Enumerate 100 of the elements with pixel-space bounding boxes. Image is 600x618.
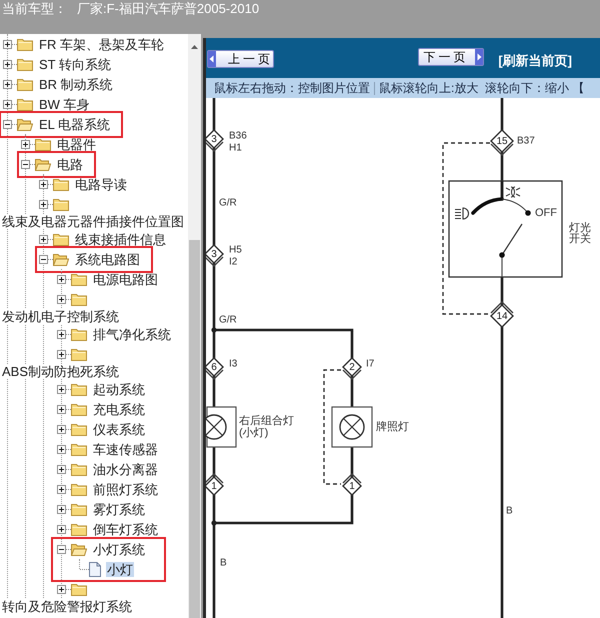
tree-item-label[interactable]: 排气净化系统	[92, 326, 172, 342]
tree-item-label[interactable]: 倒车灯系统	[92, 522, 159, 536]
component-label: 右后组合灯	[239, 415, 294, 427]
tree-item-label[interactable]: 车速传感器	[92, 442, 159, 456]
tree-item-label[interactable]: 线束接插件信息	[74, 232, 167, 246]
scroll-up-arrow-icon[interactable]	[191, 45, 198, 49]
tree-item-label[interactable]: 系统电路图	[74, 252, 141, 266]
tree-item-label[interactable]: ST 转向系统	[38, 56, 112, 72]
plus-box-icon[interactable]	[39, 200, 48, 208]
tree-item-label[interactable]: BW 车身	[38, 96, 91, 112]
minus-box-icon[interactable]	[21, 160, 30, 168]
plus-box-icon[interactable]	[57, 524, 66, 534]
open-folder-icon	[35, 158, 51, 170]
plus-box-icon[interactable]	[57, 584, 66, 594]
folder-icon	[17, 58, 33, 70]
connector-code: B36	[229, 130, 247, 142]
vehicle-label: 当前车型：	[2, 1, 67, 16]
plus-box-icon[interactable]	[57, 274, 66, 284]
wire-color-label: B	[220, 558, 227, 568]
tree-item-label[interactable]: 充电系统	[92, 402, 146, 416]
folder-icon	[53, 232, 69, 246]
tree-item-label[interactable]: 前照灯系统	[92, 482, 159, 496]
plus-box-icon[interactable]	[3, 40, 12, 48]
hint-text: 鼠标滚轮向上:放大 滚轮向下：缩小 【	[379, 82, 584, 94]
connector-symbol: 1	[206, 473, 224, 496]
tree-caption: 发动机电子控制系统	[2, 310, 119, 323]
connector-code: H1	[229, 142, 242, 154]
plus-box-icon[interactable]	[3, 60, 12, 68]
tree-item-label[interactable]: 雾灯系统	[92, 502, 146, 516]
minus-box-icon[interactable]	[3, 120, 12, 128]
lamp-symbol	[331, 406, 373, 448]
folder-icon	[17, 38, 33, 50]
refresh-link[interactable]: [刷新当前页]	[498, 53, 572, 68]
folder-icon	[71, 382, 87, 396]
connector-symbol: 14	[490, 301, 514, 328]
tree-caption: ABS制动防抱死系统	[2, 365, 120, 378]
open-folder-icon	[53, 252, 69, 266]
wire-color-label: G/R	[219, 198, 237, 208]
tree-item-label[interactable]: 小灯	[106, 562, 134, 576]
plus-box-icon[interactable]	[39, 180, 48, 188]
folder-icon	[71, 522, 87, 536]
plus-box-icon[interactable]	[3, 80, 12, 88]
tree-item-label[interactable]: 电源电路图	[92, 272, 159, 286]
wire-color-label: G/R	[219, 314, 237, 326]
folder-icon	[71, 442, 87, 456]
tree-item-label[interactable]: 起动系统	[92, 382, 146, 396]
open-folder-icon	[71, 542, 87, 556]
plus-box-icon[interactable]	[57, 424, 66, 434]
vehicle-name: 厂家:F-福田汽车萨普2005-2010	[77, 1, 260, 16]
component-label: 灯光	[569, 222, 591, 234]
folder-icon	[71, 422, 87, 436]
connector-symbol: 3	[206, 129, 224, 152]
folder-icon	[17, 98, 33, 110]
connector-symbol: 1	[342, 473, 362, 496]
folder-icon	[35, 138, 51, 150]
tree-item-label[interactable]: 仪表系统	[92, 422, 146, 436]
plus-box-icon[interactable]	[21, 140, 30, 148]
tree-item-label[interactable]: BR 制动系统	[38, 76, 114, 92]
next-page-button[interactable]: 下一页	[418, 48, 484, 66]
connector-code: I3	[229, 358, 238, 370]
plus-box-icon[interactable]	[57, 330, 66, 338]
hint-text: 鼠标左右拖动：控制图片位置	[214, 82, 370, 94]
tree-item-label[interactable]: 油水分离器	[92, 462, 159, 476]
minus-box-icon[interactable]	[39, 254, 48, 264]
connector-symbol: 6	[206, 357, 224, 380]
plus-box-icon[interactable]	[57, 464, 66, 474]
tree-item-label[interactable]: 小灯系统	[92, 542, 146, 556]
tree-caption: 线束及电器元器件插接件位置图	[2, 215, 184, 228]
scrollbar[interactable]	[188, 34, 201, 618]
folder-icon	[71, 272, 87, 286]
folder-icon	[71, 482, 87, 496]
plus-box-icon[interactable]	[57, 404, 66, 414]
plus-box-icon[interactable]	[57, 294, 66, 304]
scrollbar-thumb[interactable]	[189, 240, 200, 618]
plus-box-icon[interactable]	[57, 484, 66, 494]
folder-icon	[71, 502, 87, 516]
previous-page-button[interactable]: 上一页	[207, 50, 274, 68]
tree-item-label[interactable]: 电路	[56, 156, 84, 172]
tree-item-label[interactable]: EL 电器系统	[38, 116, 112, 132]
plus-box-icon[interactable]	[57, 384, 66, 394]
component-label: (小灯)	[239, 427, 268, 439]
plus-box-icon[interactable]	[3, 100, 12, 108]
tree-caption: 转向及危险警报灯系统	[2, 600, 132, 613]
junction-dot-icon	[211, 327, 217, 333]
folder-icon	[17, 78, 33, 90]
plus-box-icon[interactable]	[39, 234, 48, 244]
tree-item-label[interactable]: 电路导读	[74, 176, 128, 192]
folder-icon	[71, 402, 87, 416]
connector-code: I7	[366, 358, 374, 370]
minus-box-icon[interactable]	[57, 544, 66, 554]
tree-item-label[interactable]: 电器件	[56, 136, 97, 152]
document-icon	[89, 562, 101, 576]
folder-icon	[71, 328, 87, 340]
open-folder-icon	[17, 118, 33, 130]
plus-box-icon[interactable]	[57, 444, 66, 454]
wire-color-label: B	[506, 506, 513, 516]
component-label: 牌照灯	[376, 421, 409, 433]
plus-box-icon[interactable]	[57, 504, 66, 514]
plus-box-icon[interactable]	[57, 350, 66, 358]
tree-item-label[interactable]: FR 车架、悬架及车轮	[38, 36, 165, 52]
